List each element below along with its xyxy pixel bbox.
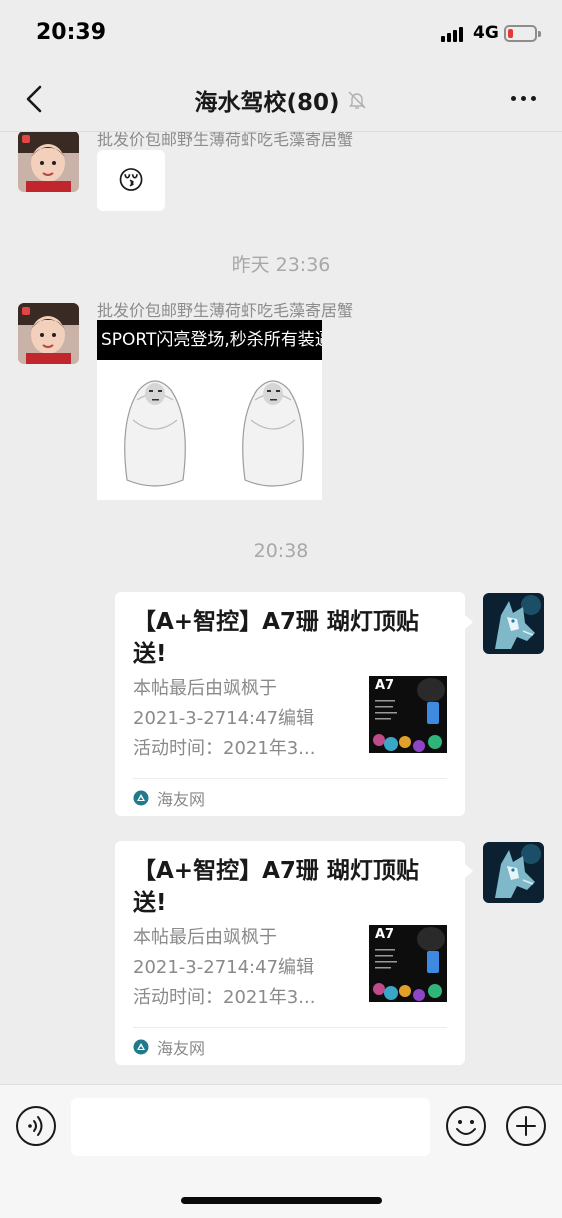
description-line: 活动时间：2021年3... xyxy=(133,738,316,759)
thumbnail-label: A7 xyxy=(375,678,395,693)
status-bar: 20:39 4G xyxy=(0,0,562,66)
message-list[interactable]: 批发价包邮野生薄荷虾吃毛藻寄居蟹 😚 昨天 23:36 批发价包邮野生薄荷虾吃毛… xyxy=(0,132,562,1084)
site-logo-icon xyxy=(133,1039,149,1055)
status-time: 20:39 xyxy=(36,20,107,45)
description-line: 本帖最后由飒枫于 xyxy=(133,678,277,699)
sender-name: 批发价包邮野生薄荷虾吃毛藻寄居蟹 xyxy=(97,301,354,320)
kissing-face-icon: 😚 xyxy=(117,165,145,196)
home-indicator xyxy=(181,1197,382,1204)
link-card-title: 【A+智控】A7珊 瑚灯顶贴送! xyxy=(133,609,419,667)
avatar[interactable] xyxy=(18,132,79,192)
signal-icon xyxy=(441,26,463,42)
description-line: 2021-3-2714:47编辑 xyxy=(133,708,315,729)
network-type: 4G xyxy=(473,23,499,43)
source-name: 海友网 xyxy=(157,790,206,809)
page-title: 海水驾校(80) xyxy=(194,90,340,116)
thumbnail-label: A7 xyxy=(375,927,395,942)
description-line: 活动时间：2021年3... xyxy=(133,987,316,1008)
site-logo-icon xyxy=(133,790,149,806)
link-card-source: 海友网 xyxy=(133,1035,205,1059)
message-input[interactable] xyxy=(71,1098,430,1156)
bell-off-icon xyxy=(348,91,366,109)
nav-bar: 海水驾校(80) xyxy=(0,66,562,132)
sticker-message[interactable]: 😚 xyxy=(97,150,165,211)
meme-caption: SPORT闪亮登场,秒杀所有装逼佬 xyxy=(97,320,322,360)
link-card[interactable]: 【A+智控】A7珊 瑚灯顶贴送! 本帖最后由飒枫于 2021-3-2714:47… xyxy=(115,592,473,816)
timestamp: 20:38 xyxy=(253,540,309,562)
voice-icon[interactable] xyxy=(15,1105,57,1147)
link-card-title: 【A+智控】A7珊 瑚灯顶贴送! xyxy=(133,858,419,916)
sender-name: 批发价包邮野生薄荷虾吃毛藻寄居蟹 xyxy=(97,132,354,149)
divider xyxy=(133,778,447,779)
link-card-thumbnail: A7 xyxy=(369,676,447,753)
meme-figures-image xyxy=(124,380,304,487)
timestamp: 昨天 23:36 xyxy=(231,254,331,276)
avatar[interactable] xyxy=(483,842,544,903)
meme-image-message[interactable]: SPORT闪亮登场,秒杀所有装逼佬 xyxy=(97,320,322,500)
chat-screen: 20:39 4G 海水驾校(80) 批发价包邮野生薄荷虾吃毛藻寄居蟹 😚 昨天 … xyxy=(0,0,562,1218)
nav-title-group: 海水驾校(80) xyxy=(0,83,562,117)
description-line: 2021-3-2714:47编辑 xyxy=(133,957,315,978)
link-card[interactable]: 【A+智控】A7珊 瑚灯顶贴送! 本帖最后由飒枫于 2021-3-2714:47… xyxy=(115,841,473,1065)
ellipsis-icon[interactable] xyxy=(511,96,536,101)
link-card-source: 海友网 xyxy=(133,786,205,810)
avatar[interactable] xyxy=(483,593,544,654)
description-line: 本帖最后由飒枫于 xyxy=(133,927,277,948)
divider xyxy=(133,1027,447,1028)
link-card-thumbnail: A7 xyxy=(369,925,447,1002)
smiley-icon[interactable] xyxy=(445,1105,487,1147)
link-card-description: 本帖最后由飒枫于 2021-3-2714:47编辑 活动时间：2021年3... xyxy=(133,923,359,1013)
plus-circle-icon[interactable] xyxy=(505,1105,547,1147)
source-name: 海友网 xyxy=(157,1039,206,1058)
battery-icon xyxy=(504,25,541,42)
link-card-description: 本帖最后由飒枫于 2021-3-2714:47编辑 活动时间：2021年3... xyxy=(133,674,359,764)
avatar[interactable] xyxy=(18,303,79,364)
